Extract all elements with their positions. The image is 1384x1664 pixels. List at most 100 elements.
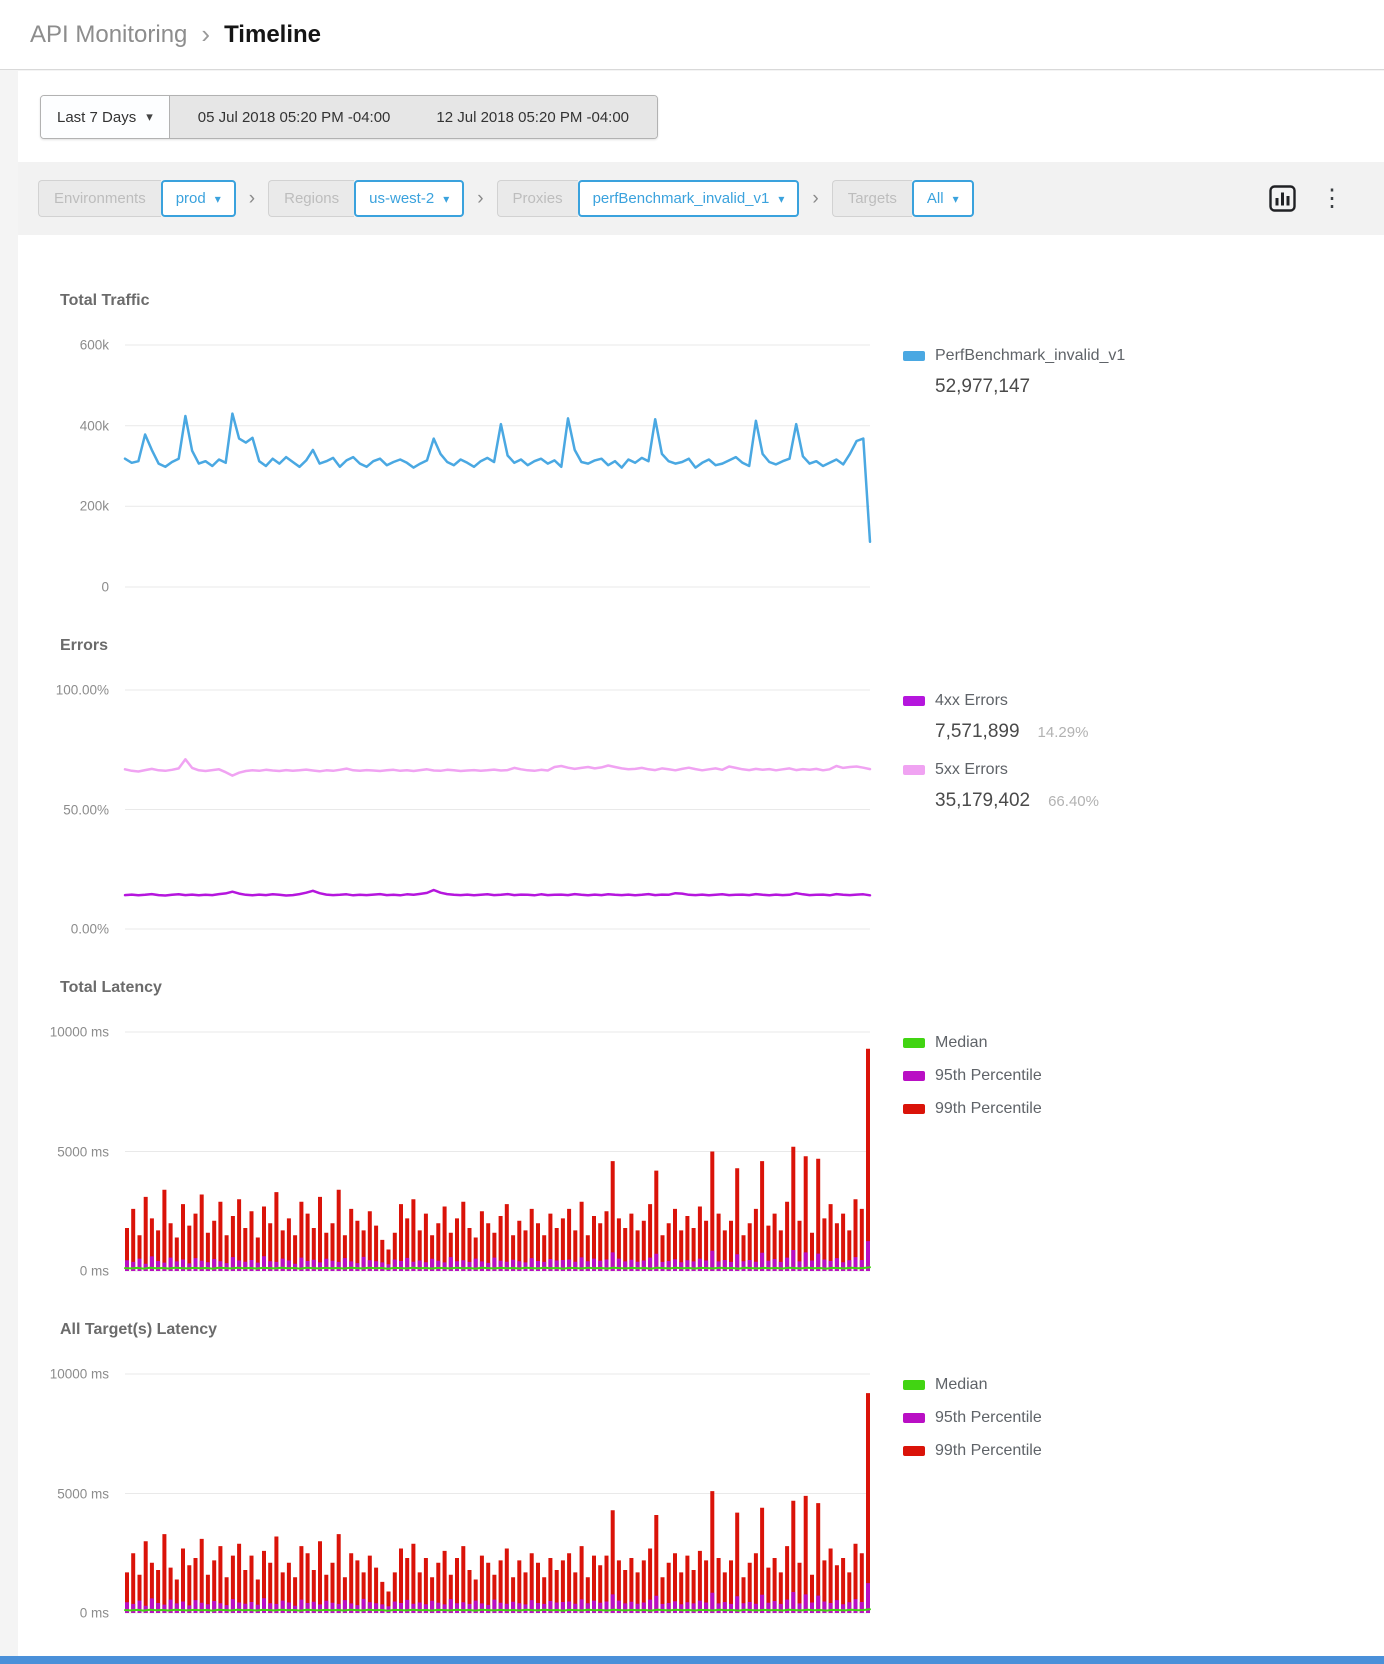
filter-targets-dropdown[interactable]: All ▾ bbox=[912, 180, 974, 217]
legend-item[interactable]: 4xx Errors bbox=[903, 690, 1333, 711]
legend-item[interactable]: Median bbox=[903, 1032, 1333, 1053]
date-toolbar: Last 7 Days ▾ 05 Jul 2018 05:20 PM -04:0… bbox=[18, 71, 1384, 162]
legend-item[interactable]: 5xx Errors bbox=[903, 759, 1333, 780]
filter-separator-icon: › bbox=[812, 188, 818, 210]
time-range-label: Last 7 Days bbox=[57, 109, 136, 126]
axis-tick-label: 0 bbox=[101, 580, 109, 595]
axis-tick-label: 50.00% bbox=[63, 802, 109, 817]
legend-label: PerfBenchmark_invalid_v1 bbox=[935, 347, 1125, 365]
filter-proxies-label: Proxies bbox=[497, 180, 578, 217]
filter-environments-value: prod bbox=[176, 190, 206, 207]
legend-swatch-icon bbox=[903, 1104, 925, 1114]
legend-item[interactable]: 99th Percentile bbox=[903, 1440, 1333, 1461]
legend-value-row: 35,179,40266.40% bbox=[935, 790, 1333, 812]
chart-title: Errors bbox=[60, 635, 1384, 657]
chart-view-icon[interactable] bbox=[1269, 185, 1296, 212]
app-header: API Monitoring › Timeline bbox=[0, 0, 1384, 70]
axis-tick-label: 100.00% bbox=[56, 683, 109, 698]
y-axis-labels: 10000 ms5000 ms0 ms bbox=[18, 1032, 125, 1271]
legend-swatch-icon bbox=[903, 1413, 925, 1423]
filter-bar: Environments prod ▾ › Regions us-west-2 … bbox=[18, 162, 1384, 235]
date-range-group: Last 7 Days ▾ 05 Jul 2018 05:20 PM -04:0… bbox=[40, 95, 658, 139]
legend-percent: 14.29% bbox=[1038, 724, 1089, 741]
chart-title: Total Latency bbox=[60, 977, 1384, 999]
legend-swatch-icon bbox=[903, 696, 925, 706]
filter-regions-value: us-west-2 bbox=[369, 190, 434, 207]
legend-label: Median bbox=[935, 1034, 987, 1052]
legend-item[interactable]: Median bbox=[903, 1374, 1333, 1395]
axis-tick-label: 200k bbox=[80, 499, 109, 514]
legend-label: Median bbox=[935, 1376, 987, 1394]
legend-swatch-icon bbox=[903, 1071, 925, 1081]
series-median bbox=[125, 1609, 870, 1611]
series-5xx-errors bbox=[125, 759, 870, 775]
legend-label: 95th Percentile bbox=[935, 1409, 1042, 1427]
series-median bbox=[125, 1267, 870, 1269]
legend-label: 99th Percentile bbox=[935, 1100, 1042, 1118]
axis-tick-label: 10000 ms bbox=[50, 1367, 109, 1382]
legend-swatch-icon bbox=[903, 1038, 925, 1048]
breadcrumb-root[interactable]: API Monitoring bbox=[30, 21, 187, 49]
time-range-dropdown[interactable]: Last 7 Days ▾ bbox=[41, 96, 170, 138]
legend-label: 99th Percentile bbox=[935, 1442, 1042, 1460]
breadcrumb-separator-icon: › bbox=[201, 19, 210, 50]
total-traffic-plot[interactable] bbox=[125, 345, 870, 587]
legend-value: 35,179,402 bbox=[935, 790, 1030, 812]
filter-environments: Environments prod ▾ bbox=[38, 180, 236, 217]
chart-title: Total Traffic bbox=[60, 290, 1384, 312]
legend-swatch-icon bbox=[903, 1380, 925, 1390]
total-latency-legend: Median 95th Percentile 99th Percentile bbox=[903, 1032, 1333, 1131]
chart-total-latency: Total Latency 10000 ms5000 ms0 ms Median… bbox=[18, 977, 1384, 1271]
legend-item[interactable]: PerfBenchmark_invalid_v1 bbox=[903, 345, 1333, 366]
legend-item[interactable]: 99th Percentile bbox=[903, 1098, 1333, 1119]
total-traffic-legend: PerfBenchmark_invalid_v1 52,977,147 bbox=[903, 345, 1333, 414]
legend-value-row: 7,571,899 14.29% bbox=[935, 721, 1333, 743]
legend-swatch-icon bbox=[903, 351, 925, 361]
date-range-display[interactable]: 05 Jul 2018 05:20 PM -04:00 12 Jul 2018 … bbox=[170, 96, 657, 138]
all-targets-latency-plot[interactable] bbox=[125, 1374, 870, 1613]
series-4xx-errors bbox=[125, 890, 870, 896]
errors-plot[interactable] bbox=[125, 690, 870, 929]
axis-tick-label: 5000 ms bbox=[57, 1144, 109, 1159]
chart-title: All Target(s) Latency bbox=[60, 1319, 1384, 1341]
legend-value: 52,977,147 bbox=[935, 376, 1030, 398]
filter-targets-label: Targets bbox=[832, 180, 912, 217]
filter-environments-label: Environments bbox=[38, 180, 161, 217]
legend-value: 7,571,899 bbox=[935, 721, 1020, 743]
filter-regions: Regions us-west-2 ▾ bbox=[268, 180, 464, 217]
caret-down-icon: ▾ bbox=[953, 192, 959, 206]
caret-down-icon: ▾ bbox=[443, 192, 449, 206]
end-date: 12 Jul 2018 05:20 PM -04:00 bbox=[436, 109, 629, 126]
filter-proxies-value: perfBenchmark_invalid_v1 bbox=[593, 190, 770, 207]
series-perfbenchmark-invalid-v1 bbox=[125, 414, 870, 542]
kebab-menu-icon[interactable]: ⋮ bbox=[1320, 187, 1344, 211]
caret-down-icon: ▾ bbox=[146, 109, 153, 125]
axis-tick-label: 0 ms bbox=[80, 1606, 109, 1621]
y-axis-labels: 10000 ms5000 ms0 ms bbox=[18, 1374, 125, 1613]
axis-tick-label: 10000 ms bbox=[50, 1025, 109, 1040]
start-date: 05 Jul 2018 05:20 PM -04:00 bbox=[198, 109, 391, 126]
filter-regions-label: Regions bbox=[268, 180, 354, 217]
chart-errors: Errors 100.00%50.00%0.00% 4xx Errors7,57… bbox=[18, 635, 1384, 929]
axis-tick-label: 400k bbox=[80, 418, 109, 433]
total-latency-plot[interactable] bbox=[125, 1032, 870, 1271]
legend-swatch-icon bbox=[903, 765, 925, 775]
filter-separator-icon: › bbox=[477, 188, 483, 210]
legend-label: 4xx Errors bbox=[935, 692, 1008, 710]
legend-item[interactable]: 95th Percentile bbox=[903, 1065, 1333, 1086]
charts-panel: Total Traffic 600k 400k 200k 0 PerfBenchmar… bbox=[18, 235, 1384, 1664]
chart-total-traffic: Total Traffic 600k400k200k0 PerfBenchmar… bbox=[18, 235, 1384, 587]
y-axis-labels: 600k400k200k0 bbox=[18, 345, 125, 587]
axis-tick-label: 5000 ms bbox=[57, 1486, 109, 1501]
axis-tick-label: 600k bbox=[80, 338, 109, 353]
chart-all-targets-latency: All Target(s) Latency 10000 ms5000 ms0 m… bbox=[18, 1319, 1384, 1613]
filter-regions-dropdown[interactable]: us-west-2 ▾ bbox=[354, 180, 464, 217]
legend-item[interactable]: 95th Percentile bbox=[903, 1407, 1333, 1428]
filter-environments-dropdown[interactable]: prod ▾ bbox=[161, 180, 236, 217]
filter-proxies: Proxies perfBenchmark_invalid_v1 ▾ bbox=[497, 180, 800, 217]
axis-tick-label: 0.00% bbox=[71, 922, 109, 937]
legend-label: 5xx Errors bbox=[935, 761, 1008, 779]
filter-proxies-dropdown[interactable]: perfBenchmark_invalid_v1 ▾ bbox=[578, 180, 800, 217]
filter-separator-icon: › bbox=[249, 188, 255, 210]
page-title: Timeline bbox=[224, 21, 321, 49]
